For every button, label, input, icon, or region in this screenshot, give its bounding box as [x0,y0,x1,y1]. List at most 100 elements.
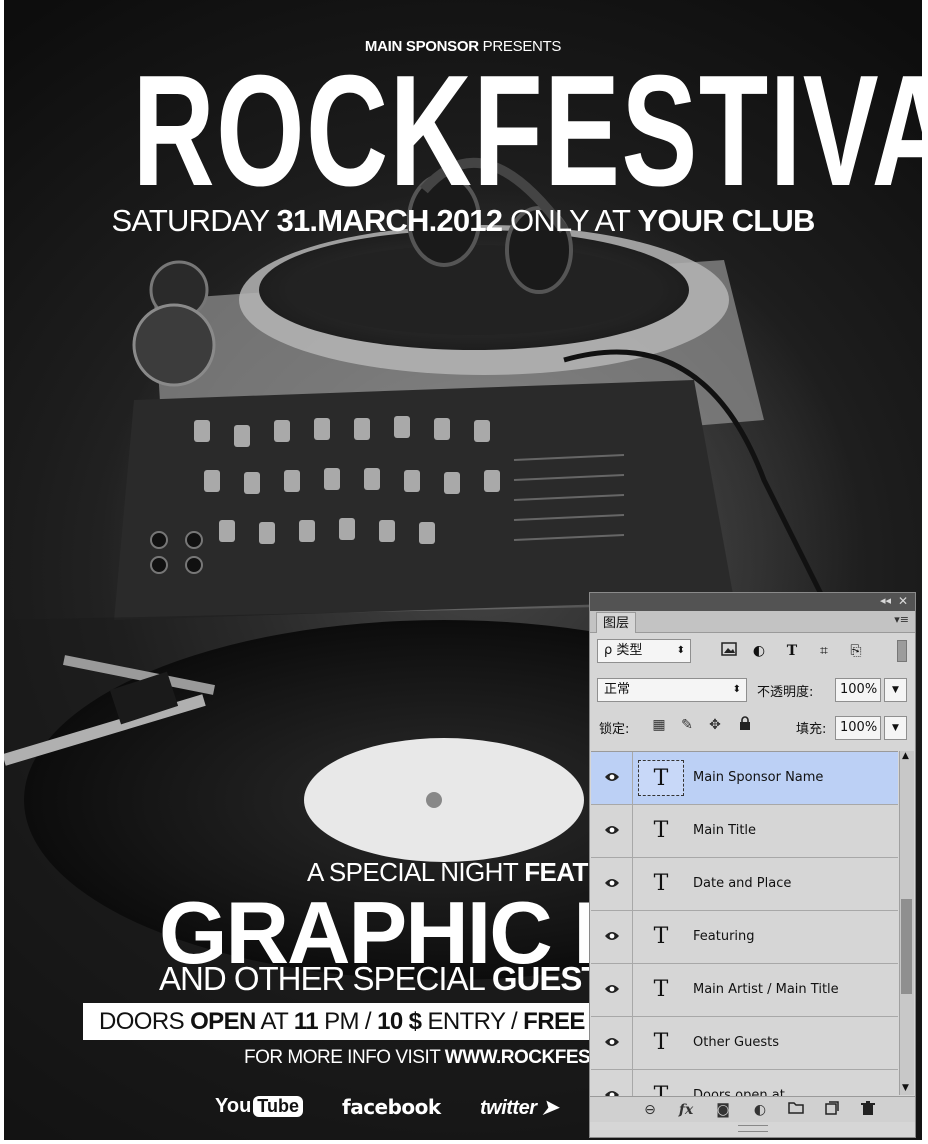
facebook-logo: facebook [342,1095,441,1119]
youtube-logo: You Tube [215,1095,303,1118]
scroll-down-icon[interactable]: ▼ [902,1083,909,1093]
image-filter-icon[interactable] [720,642,738,660]
visibility-toggle[interactable] [591,858,633,910]
panel-resize-grip[interactable] [738,1125,768,1132]
eye-icon [605,1091,619,1096]
panel-menu-icon[interactable]: ▾≡ [894,613,909,626]
date-value: 31.MARCH.2012 [276,203,503,238]
layer-row[interactable]: T Main Sponsor Name [591,752,898,805]
scroll-up-icon[interactable]: ▲ [902,751,909,761]
youtube-you: You [215,1095,252,1117]
layers-list: T Main Sponsor Name T Main Title T Date … [591,751,898,1096]
group-folder-icon[interactable] [786,1101,806,1119]
blend-mode-select[interactable]: 正常 ⬍ [597,678,747,702]
smart-object-filter-icon[interactable]: ⎘ [847,642,865,660]
layer-name[interactable]: Date and Place [693,876,791,891]
lock-paint-icon[interactable]: ✎ [678,716,696,734]
lock-all-icon[interactable] [736,716,754,734]
layers-bottom-toolbar: ⊖ fx ◙ ◐ [590,1096,915,1122]
new-layer-icon[interactable] [822,1101,842,1119]
fx-icon[interactable]: fx [676,1101,696,1119]
doors-p4: 11 [293,1008,319,1035]
panel-tabbar: 图层 ▾≡ [590,611,915,633]
shape-filter-icon[interactable]: ⌗ [815,642,833,660]
panel-titlebar: ◂◂ ✕ [590,593,915,611]
layer-name[interactable]: Other Guests [693,1035,779,1050]
text-layer-thumb-icon: T [653,1083,669,1096]
visibility-toggle[interactable] [591,1070,633,1096]
doors-banner: DOORS OPEN AT 11 PM / 10 $ ENTRY / FREE … [83,1003,643,1040]
eye-icon [605,1038,619,1046]
visibility-toggle[interactable] [591,752,633,804]
date-mid: ONLY AT [510,203,630,238]
eye-icon [605,932,619,940]
opacity-input[interactable]: 100% [835,678,881,702]
lock-transparent-icon[interactable]: ▦ [650,716,668,734]
visibility-toggle[interactable] [591,911,633,963]
doors-p5: PM / [324,1008,372,1035]
doors-p7: ENTRY / [427,1008,518,1035]
layer-row[interactable]: T Main Artist / Main Title [591,964,898,1017]
info-url: WWW.ROCKFESTI [444,1047,607,1068]
layer-row[interactable]: T Featuring [591,911,898,964]
layer-row[interactable]: T Other Guests [591,1017,898,1070]
layer-name[interactable]: Doors open at [693,1088,785,1096]
visibility-toggle[interactable] [591,805,633,857]
opacity-label: 不透明度: [757,685,814,700]
text-layer-thumb-icon: T [638,760,684,796]
doors-p2: OPEN [190,1008,256,1035]
twitter-bird-icon: ➤ [541,1097,559,1119]
lock-position-icon[interactable]: ✥ [706,716,724,734]
guests-thin: AND OTHER SPECIAL [159,960,485,997]
layers-scrollbar[interactable]: ▲ ▼ [899,751,914,1095]
eye-icon [605,826,619,834]
text-layer-thumb-icon: T [653,818,669,843]
festival-title: ROCKFESTIVAL [132,43,922,219]
mask-icon[interactable]: ◙ [713,1101,733,1119]
info-thin: FOR MORE INFO VISIT [244,1047,441,1068]
scroll-thumb[interactable] [901,899,912,994]
visibility-toggle[interactable] [591,964,633,1016]
opacity-dropdown-icon[interactable]: ▼ [884,678,907,702]
doors-p1: DOORS [99,1008,185,1035]
twitter-logo: twitter ➤ [480,1095,558,1120]
layer-name[interactable]: Main Title [693,823,756,838]
layers-panel: ◂◂ ✕ 图层 ▾≡ ρ 类型 ⬍ ◐ T ⌗ ⎘ 正常 ⬍ 不透明度: 100… [589,592,916,1138]
filter-toggle-switch[interactable] [897,640,907,662]
type-filter-icon[interactable]: T [783,642,801,660]
select-arrows-icon: ⬍ [676,645,685,656]
doors-p3: AT [260,1008,288,1035]
twitter-text: twitter [480,1097,537,1119]
tab-layers[interactable]: 图层 [596,612,637,633]
date-place: YOUR CLUB [637,203,815,238]
fill-label: 填充: [796,722,827,737]
layer-name[interactable]: Featuring [693,929,755,944]
visibility-toggle[interactable] [591,1017,633,1069]
layer-filter-select[interactable]: ρ 类型 ⬍ [597,639,691,663]
layer-name[interactable]: Main Sponsor Name [693,770,823,785]
layer-name[interactable]: Main Artist / Main Title [693,982,839,997]
blend-mode-value: 正常 [604,682,631,697]
fill-dropdown-icon[interactable]: ▼ [884,716,907,740]
adjustment-filter-icon[interactable]: ◐ [750,642,768,660]
adjustment-layer-icon[interactable]: ◐ [750,1101,770,1119]
select-arrows-icon: ⬍ [732,684,741,695]
layer-row[interactable]: T Main Title [591,805,898,858]
eye-icon [605,773,619,781]
date-prefix: SATURDAY [111,203,269,238]
filter-kind-label: ρ 类型 [604,643,643,658]
eye-icon [605,879,619,887]
layer-row[interactable]: T Date and Place [591,858,898,911]
close-icon[interactable]: ✕ [898,594,908,608]
doors-p6: 10 $ [377,1008,422,1035]
link-layers-icon[interactable]: ⊖ [640,1101,660,1119]
trash-icon[interactable] [858,1101,878,1119]
lock-label: 锁定: [599,722,630,737]
date-place-line: SATURDAY 31.MARCH.2012 ONLY AT YOUR CLUB [4,203,922,239]
fill-input[interactable]: 100% [835,716,881,740]
text-layer-thumb-icon: T [653,1030,669,1055]
collapse-icon[interactable]: ◂◂ [880,594,891,607]
layer-row[interactable]: T Doors open at [591,1070,898,1096]
eye-icon [605,985,619,993]
text-layer-thumb-icon: T [653,871,669,896]
